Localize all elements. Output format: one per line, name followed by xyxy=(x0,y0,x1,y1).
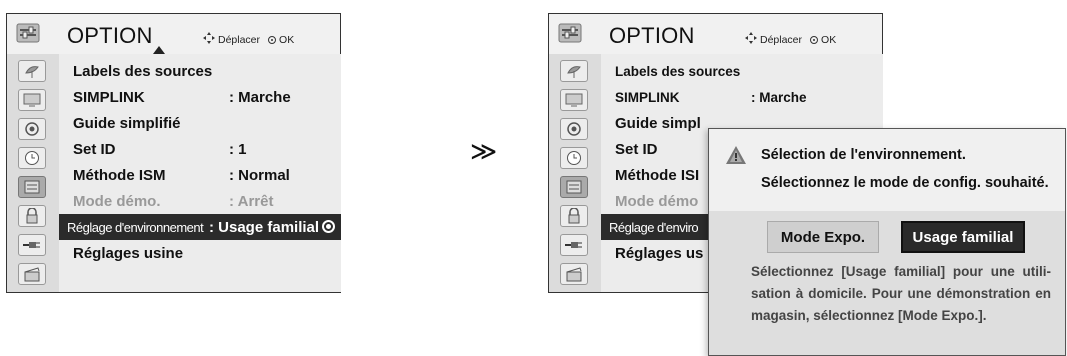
item-label: Réglage d'environnement xyxy=(67,219,204,235)
item-label: Réglages us xyxy=(615,244,704,262)
media-clapper-icon[interactable] xyxy=(560,263,588,285)
item-value: : Arrêt xyxy=(229,192,274,210)
menu-title: OPTION xyxy=(609,23,695,48)
item-label: Set ID xyxy=(73,140,116,158)
item-label: Labels des sources xyxy=(615,63,741,79)
menu-item-set-id[interactable]: Set ID : 1 xyxy=(59,136,341,162)
option-icon xyxy=(557,20,583,46)
ok-icon xyxy=(810,35,819,44)
item-label: Réglages usine xyxy=(73,244,184,262)
menu-item-labels-des-sources[interactable]: Labels des sources xyxy=(59,58,341,84)
nav-hint: Déplacer OK xyxy=(745,32,836,47)
item-value: : Usage familial xyxy=(209,218,320,236)
item-value: : Marche xyxy=(229,88,291,106)
input-plug-icon[interactable] xyxy=(560,234,588,256)
item-label: Réglage d'enviro xyxy=(609,219,699,235)
item-label: Labels des sources xyxy=(73,62,213,80)
item-label: Mode démo xyxy=(615,192,699,210)
menu-item-simplink[interactable]: SIMPLINK : Marche xyxy=(59,84,341,110)
menu-item-labels-des-sources[interactable]: Labels des sources xyxy=(601,58,883,84)
satellite-dish-icon[interactable] xyxy=(560,60,588,82)
move-arrows-icon xyxy=(203,32,215,47)
audio-icon[interactable] xyxy=(560,118,588,140)
option-category-icon[interactable] xyxy=(560,176,588,198)
dialog-subtitle: Sélectionnez le mode de config. souhaité… xyxy=(761,175,1049,191)
category-sidebar xyxy=(549,54,601,292)
menu-title: OPTION xyxy=(67,23,153,48)
environment-dialog: Sélection de l'environnement. Sélectionn… xyxy=(708,128,1066,356)
ok-icon xyxy=(268,35,277,44)
nav-ok-label: OK xyxy=(279,33,295,46)
input-plug-icon[interactable] xyxy=(18,234,46,256)
menu-item-reglage-environnement[interactable]: Réglage d'environnement : Usage familial xyxy=(59,214,341,240)
item-label: Guide simpl xyxy=(615,114,701,132)
option-menu-left: OPTION Déplacer OK Labels des sources SI… xyxy=(6,13,341,293)
item-value: : Marche xyxy=(751,89,807,105)
item-label: Méthode ISI xyxy=(615,166,700,184)
dialog-info-text: Sélectionnez [Usage familial] pour une u… xyxy=(751,264,1051,323)
lock-icon[interactable] xyxy=(560,205,588,227)
item-value: : 1 xyxy=(229,140,247,158)
item-label: Set ID xyxy=(615,140,658,158)
satellite-dish-icon[interactable] xyxy=(18,60,46,82)
item-label: SIMPLINK xyxy=(73,88,145,106)
item-label: SIMPLINK xyxy=(615,89,680,105)
dialog-title: Sélection de l'environnement. xyxy=(761,147,966,163)
next-step-arrow: ≫ xyxy=(470,136,498,166)
category-sidebar xyxy=(7,54,59,292)
menu-header: OPTION Déplacer OK xyxy=(7,14,340,54)
media-clapper-icon[interactable] xyxy=(18,263,46,285)
item-label: Guide simplifié xyxy=(73,114,181,132)
clock-icon[interactable] xyxy=(18,147,46,169)
menu-item-methode-ism[interactable]: Méthode ISM : Normal xyxy=(59,162,341,188)
mode-expo-button[interactable]: Mode Expo. xyxy=(767,221,879,253)
menu-item-guide-simplifie[interactable]: Guide simplifié xyxy=(59,110,341,136)
nav-move-label: Déplacer xyxy=(760,33,803,46)
picture-icon[interactable] xyxy=(560,89,588,111)
item-label: Méthode ISM xyxy=(73,166,166,184)
dialog-header xyxy=(709,129,1065,211)
audio-icon[interactable] xyxy=(18,118,46,140)
option-category-icon[interactable] xyxy=(18,176,46,198)
move-arrows-icon xyxy=(745,32,757,47)
nav-hint: Déplacer OK xyxy=(203,32,294,47)
option-list: Labels des sources SIMPLINK : Marche Guid… xyxy=(59,54,341,292)
nav-ok-label: OK xyxy=(821,33,837,46)
item-label: Mode démo. xyxy=(73,192,161,210)
menu-header: OPTION Déplacer OK xyxy=(549,14,882,54)
warning-icon xyxy=(725,145,747,170)
menu-item-mode-demo: Mode démo. : Arrêt xyxy=(59,188,341,214)
menu-item-reglages-usine[interactable]: Réglages usine xyxy=(59,240,341,266)
menu-item-simplink[interactable]: SIMPLINK : Marche xyxy=(601,84,883,110)
item-value: : Normal xyxy=(229,166,290,184)
picture-icon[interactable] xyxy=(18,89,46,111)
nav-move-label: Déplacer xyxy=(218,33,261,46)
clock-icon[interactable] xyxy=(560,147,588,169)
usage-familial-button[interactable]: Usage familial xyxy=(901,221,1025,253)
lock-icon[interactable] xyxy=(18,205,46,227)
selected-radio-icon xyxy=(322,220,335,233)
option-icon xyxy=(15,20,41,46)
scroll-up-icon[interactable] xyxy=(153,46,165,54)
